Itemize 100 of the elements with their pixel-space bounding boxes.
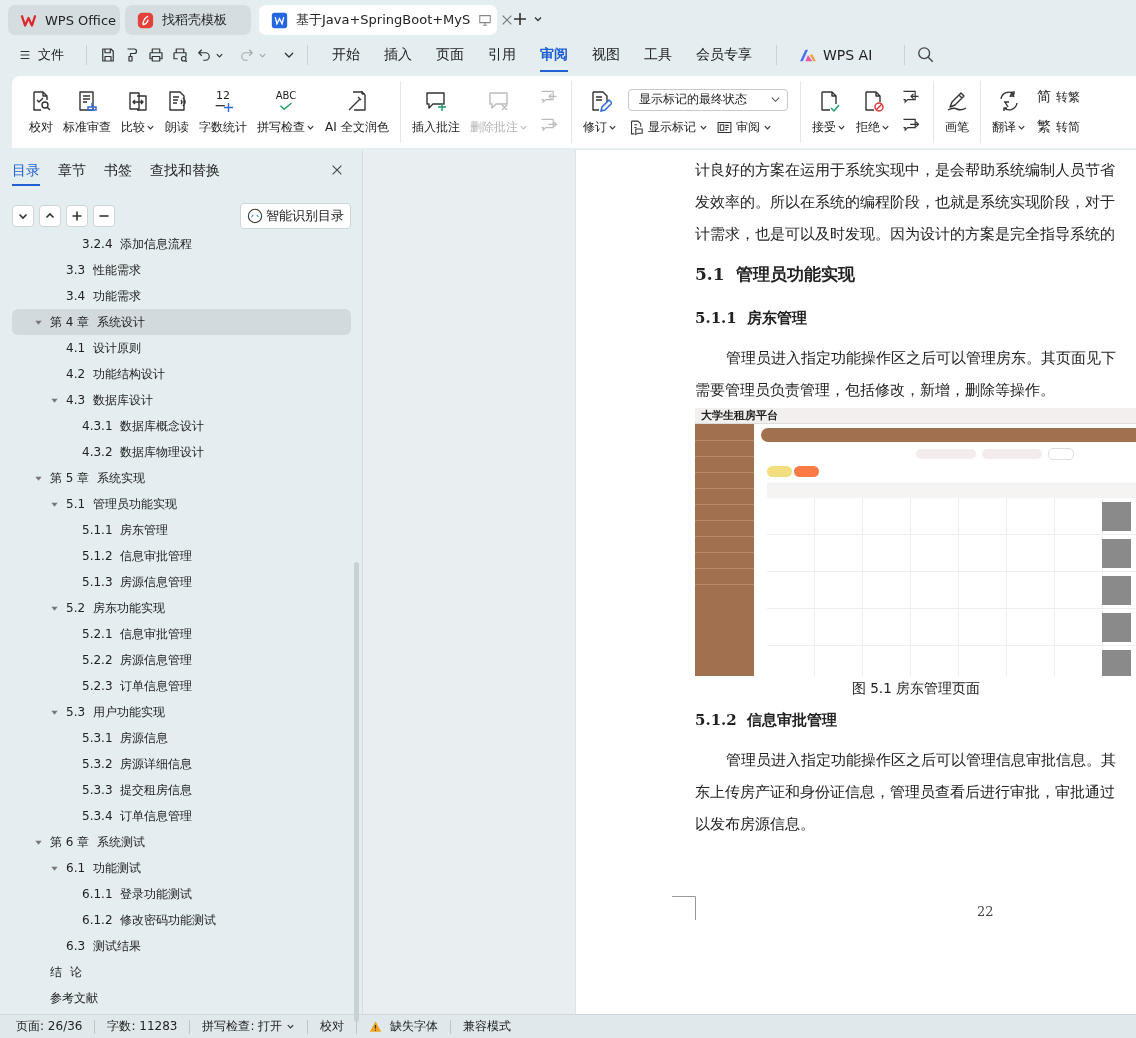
toc-item[interactable]: 第 6 章 系统测试 (12, 829, 351, 855)
toc-item[interactable]: 5.2 房东功能实现 (12, 595, 351, 621)
ribbon-button[interactable]: 接受 (806, 88, 851, 136)
figure-caption: 图 5.1 房东管理页面 (850, 679, 982, 698)
window-tab[interactable]: 找稻壳模板 (125, 5, 251, 35)
ai-button[interactable]: WPS AI (789, 47, 893, 63)
toc-item[interactable]: 5.2.1 信息审批管理 (12, 621, 351, 647)
print-icon[interactable] (147, 46, 165, 64)
toc-item[interactable]: 5.1.1 房东管理 (12, 517, 351, 543)
pane-tab[interactable]: 章节 (58, 154, 86, 186)
scrollbar-thumb[interactable] (354, 562, 359, 1022)
search-icon[interactable] (917, 46, 936, 64)
toc-item[interactable]: 5.3.3 提交租房信息 (12, 777, 351, 803)
file-menu[interactable]: 文件 (18, 46, 74, 64)
toc-item[interactable]: 4.3.2 数据库物理设计 (12, 439, 351, 465)
smart-toc-button[interactable]: 智能识别目录 (240, 203, 351, 229)
icon-text: 12 (216, 88, 230, 102)
ribbon-button[interactable]: 12 字数统计 (194, 88, 252, 136)
collapse-button[interactable] (12, 205, 34, 227)
pane-tab[interactable]: 查找和替换 (150, 154, 220, 186)
toc-item[interactable]: 4.1 设计原则 (12, 335, 351, 361)
pane-tab[interactable]: 目录 (12, 154, 40, 186)
leaf-logo-icon (137, 11, 154, 29)
toc-item[interactable]: 3.4 功能需求 (12, 283, 351, 309)
toc-item[interactable]: 6.3 测试结果 (12, 933, 351, 959)
body-text-line: 计需求，也是可以及时发现。因为设计的方案是完全指导系统的 (695, 224, 1116, 245)
markup-dropdown[interactable]: 显示标记的最终状态 (627, 88, 788, 111)
status-item[interactable]: 拼写检查: 打开 (202, 1018, 296, 1035)
new-tab-icon[interactable] (512, 11, 528, 27)
ribbon-tab[interactable]: 页面 (436, 38, 464, 72)
toc-item[interactable]: 6.1.2 修改密码功能测试 (12, 907, 351, 933)
body-text-line: 需要管理员负责管理，包括修改，新增，删除等操作。 (695, 380, 1056, 401)
body-text-line: 发效率的。所以在系统的编程阶段，也就是系统实现阶段，对于 (695, 192, 1116, 213)
toc-item[interactable]: 5.3 用户功能实现 (12, 699, 351, 725)
window-tab[interactable]: WPS Office (8, 5, 120, 35)
toc-item[interactable]: 4.3 数据库设计 (12, 387, 351, 413)
print-preview-icon[interactable] (171, 46, 189, 64)
pane-tab[interactable]: 书签 (104, 154, 132, 186)
toc-item[interactable]: 第 4 章 系统设计 (12, 309, 351, 335)
ribbon-button[interactable]: AI 全文润色 (320, 88, 394, 136)
ribbon-button[interactable]: 画笔 (939, 88, 974, 136)
add-button[interactable] (66, 205, 88, 227)
undo-icon[interactable] (195, 46, 213, 64)
toc-item[interactable]: 6.1 功能测试 (12, 855, 351, 881)
toc-item[interactable]: 第 5 章 系统实现 (12, 465, 351, 491)
toc-item[interactable]: 5.3.1 房源信息 (12, 725, 351, 751)
ribbon-tab[interactable]: 插入 (384, 38, 412, 72)
ribbon-button[interactable]: 审阅 (715, 118, 772, 136)
remove-button[interactable] (93, 205, 115, 227)
expand-up-button[interactable] (39, 205, 61, 227)
ribbon-tab[interactable]: 引用 (488, 38, 516, 72)
ribbon-tab[interactable]: 视图 (592, 38, 620, 72)
ribbon-button[interactable]: 繁 转简 (1036, 118, 1080, 136)
body-text-line: 计良好的方案在运用于系统实现中，是会帮助系统编制人员节省 (695, 160, 1116, 181)
ribbon-button[interactable]: 显示标记 (627, 118, 708, 136)
toc-item[interactable]: 5.3.2 房源详细信息 (12, 751, 351, 777)
toc-item[interactable]: 3.2.4 添加信息流程 (12, 231, 351, 257)
glyph-icon: 繁 (1036, 118, 1051, 136)
ribbon-button[interactable]: 校对 (24, 88, 58, 136)
ribbon-button[interactable]: 标准审查 (58, 88, 116, 136)
ribbon-button[interactable]: 比较 (116, 88, 160, 136)
ribbon-tab[interactable]: 开始 (332, 38, 360, 72)
photo-placeholder (1102, 649, 1131, 676)
toc-item[interactable]: 结 论 (12, 959, 351, 985)
ribbon-button[interactable]: 朗读 (160, 88, 194, 136)
toc-item[interactable]: 5.1.2 信息审批管理 (12, 543, 351, 569)
toc-item[interactable]: 3.3 性能需求 (12, 257, 351, 283)
ribbon-tab[interactable]: 工具 (644, 38, 672, 72)
ribbon-button[interactable]: 翻译 (986, 88, 1031, 136)
toc-item[interactable]: 6.1.1 登录功能测试 (12, 881, 351, 907)
save-icon[interactable] (99, 46, 117, 64)
crop-mark-icon (672, 896, 696, 920)
ribbon-button[interactable]: 插入批注 (406, 88, 465, 136)
ribbon-button[interactable]: 简 转繁 (1036, 88, 1080, 106)
smart-circle-icon (247, 208, 263, 224)
ribbon-tab[interactable]: 会员专享 (696, 38, 752, 72)
toc-item[interactable]: 参考文献 (12, 985, 351, 1011)
section-heading: 5.1 管理员功能实现 (695, 263, 857, 286)
toc-item[interactable]: 5.3.4 订单信息管理 (12, 803, 351, 829)
page-number: 22 (977, 904, 994, 919)
ribbon-tab[interactable]: 审阅 (540, 38, 568, 72)
ribbon-button[interactable]: ABC 拼写检查 (252, 88, 320, 136)
ribbon-button[interactable]: 修订 (577, 88, 622, 136)
ai-logo-icon (799, 48, 817, 62)
subsection-heading: 5.1.1 房东管理 (695, 308, 809, 329)
ribbon-button[interactable]: 拒绝 (850, 88, 895, 136)
toc-item[interactable]: 4.3.1 数据库概念设计 (12, 413, 351, 439)
toc-item[interactable]: 5.2.2 房源信息管理 (12, 647, 351, 673)
warning-icon (369, 1020, 383, 1033)
toc-item[interactable]: 5.2.3 订单信息管理 (12, 673, 351, 699)
caret-icon[interactable] (533, 14, 543, 24)
body-text-line: 管理员进入指定功能操作区之后可以管理信息审批信息。其 (725, 750, 1117, 771)
status-item[interactable]: 缺失字体 (369, 1018, 439, 1035)
toc-item[interactable]: 4.2 功能结构设计 (12, 361, 351, 387)
toc-item[interactable]: 5.1 管理员功能实现 (12, 491, 351, 517)
monitor-icon[interactable] (478, 13, 493, 27)
plus-icon (71, 210, 83, 222)
toc-item[interactable]: 5.1.3 房源信息管理 (12, 569, 351, 595)
close-icon[interactable] (330, 163, 344, 177)
status-item: 兼容模式 (463, 1018, 512, 1035)
